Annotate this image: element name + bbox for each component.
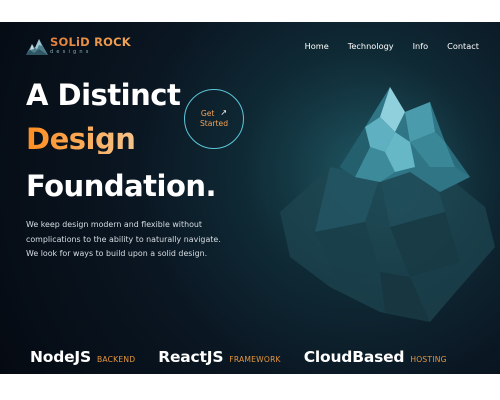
stat-title: CloudBased: [303, 348, 405, 366]
main-nav: Home Technology Info Contact: [286, 41, 479, 51]
nav-contact[interactable]: Contact: [447, 41, 479, 51]
get-started-button[interactable]: Get ↗ Started: [184, 89, 244, 149]
brand-logo[interactable]: SOLiD ROCK designs: [26, 36, 131, 56]
hero-heading-line3: Foundation.: [26, 169, 217, 203]
brand-text: SOLiD ROCK designs: [50, 37, 131, 55]
cta-label-get: Get: [200, 108, 215, 118]
arrow-up-right-icon: ↗: [220, 108, 228, 118]
mountain-illustration: [270, 72, 500, 322]
stat-reactjs: ReactJS FRAMEWORK: [158, 348, 280, 366]
stat-nodejs: NodeJS BACKEND: [30, 348, 135, 366]
hero-section: SOLiD ROCK designs Home Technology Info …: [0, 22, 500, 374]
hero-heading-line2: Design: [26, 122, 136, 156]
tech-stats: NodeJS BACKEND ReactJS FRAMEWORK CloudBa…: [30, 348, 470, 366]
stat-title: NodeJS: [30, 348, 91, 366]
stat-cloudbased: CloudBased HOSTING: [304, 348, 447, 366]
brand-name: SOLiD ROCK: [50, 35, 131, 50]
cta-label-started: Started: [199, 119, 229, 129]
cta-line1: Get ↗: [201, 108, 227, 119]
stat-tag: BACKEND: [96, 355, 136, 364]
stat-tag: FRAMEWORK: [229, 355, 281, 364]
brand-tagline: designs: [50, 48, 92, 55]
nav-home[interactable]: Home: [305, 41, 329, 51]
description-line: We keep design modern and flexible witho…: [26, 220, 203, 229]
stat-tag: HOSTING: [410, 355, 447, 364]
description-line: complications to the ability to naturall…: [26, 234, 221, 244]
stat-title: ReactJS: [158, 348, 224, 366]
description-line: We look for ways to build upon a solid d…: [26, 249, 208, 258]
cta-line2: Started: [200, 119, 228, 129]
hero-heading-line1: A Distinct: [26, 78, 181, 112]
nav-info[interactable]: Info: [413, 41, 429, 51]
nav-technology[interactable]: Technology: [348, 41, 394, 51]
hero-description: We keep design modern and flexible witho…: [26, 218, 266, 262]
mountain-logo-icon: [26, 39, 48, 55]
